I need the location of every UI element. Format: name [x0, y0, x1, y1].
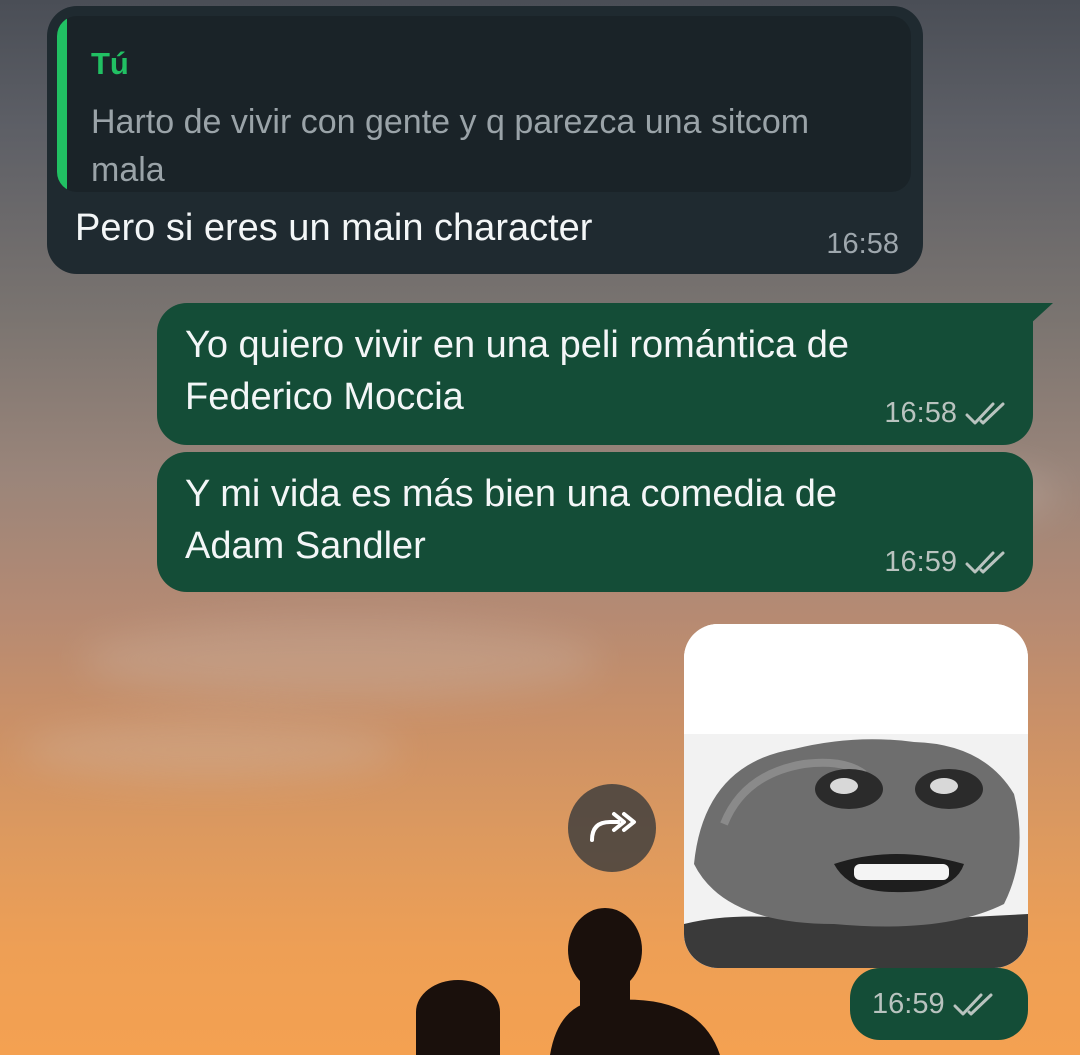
message-time: 16:59 [884, 546, 1009, 579]
message-text: Pero si eres un main character [75, 207, 593, 249]
message-text-line: Federico Moccia [185, 376, 464, 418]
quote-accent-bar [57, 16, 67, 192]
message-text-line: Yo quiero vivir en una peli romántica de [185, 324, 849, 366]
message-timestamp: 16:58 [826, 228, 899, 260]
quoted-reply[interactable]: Tú Harto de vivir con gente y q parezca … [57, 16, 911, 192]
message-text-line: Adam Sandler [185, 525, 426, 567]
double-check-icon [965, 551, 1005, 573]
message-time: 16:59 [872, 988, 997, 1021]
outgoing-message-bubble[interactable]: Yo quiero vivir en una peli romántica de… [157, 303, 1053, 445]
incoming-message-bubble[interactable]: Tú Harto de vivir con gente y q parezca … [47, 6, 923, 274]
message-timestamp: 16:58 [884, 397, 957, 429]
message-text: Yo quiero vivir en una peli romántica de… [185, 319, 849, 423]
message-timestamp: 16:59 [872, 988, 945, 1020]
double-check-icon [965, 402, 1005, 424]
message-time: 16:58 [826, 228, 899, 261]
message-text-line: Y mi vida es más bien una comedia de [185, 473, 837, 515]
pepe-frog-grimace-sticker [684, 624, 1028, 968]
sticker-time-bubble: 16:59 [850, 968, 1028, 1040]
background-cloud [20, 720, 400, 780]
message-text: Y mi vida es más bien una comedia de Ada… [185, 468, 837, 572]
message-time: 16:58 [884, 397, 1009, 430]
outgoing-message-bubble[interactable]: Y mi vida es más bien una comedia de Ada… [157, 452, 1033, 592]
message-timestamp: 16:59 [884, 546, 957, 578]
quote-text: Harto de vivir con gente y q parezca una… [91, 103, 810, 189]
bubble-tail [1029, 303, 1053, 325]
quote-author: Tú [91, 46, 129, 81]
background-cloud [80, 620, 600, 700]
forward-icon [590, 812, 636, 842]
sticker-message[interactable] [684, 624, 1028, 968]
forward-button[interactable] [568, 784, 656, 872]
double-check-icon [953, 993, 993, 1015]
